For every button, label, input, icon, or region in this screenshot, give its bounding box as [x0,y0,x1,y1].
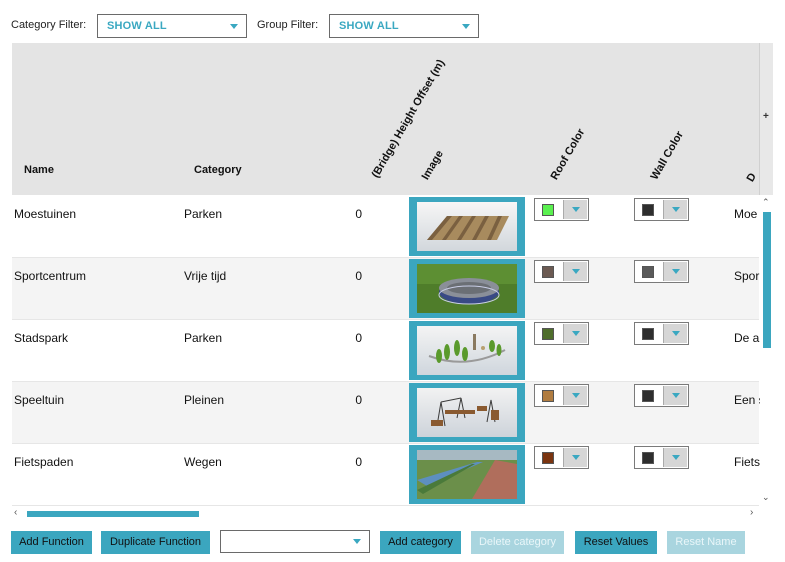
category-filter-label: Category Filter: [11,19,87,31]
roof-color-picker[interactable] [534,260,589,283]
chevron-down-icon [230,24,238,29]
row-description: De a [734,331,760,345]
roof-color-picker[interactable] [534,446,589,469]
wall-color-swatch [642,328,654,340]
bike-path-image [417,450,517,499]
column-header-image[interactable]: Image [420,148,446,182]
category-filter-value: SHOW ALL [107,20,167,32]
park-image [417,326,517,375]
chevron-down-icon [353,539,361,544]
row-name: Speeltuin [14,393,65,407]
table-row[interactable]: Speeltuin Pleinen 0 Een [12,382,760,444]
wall-color-picker[interactable] [634,384,689,407]
horizontal-scroll-thumb[interactable] [27,511,199,517]
row-category: Parken [184,331,223,345]
column-header-roof-color[interactable]: Roof Color [549,127,588,182]
row-image[interactable] [409,445,525,504]
row-category: Wegen [184,455,222,469]
sports-center-image [417,264,517,313]
add-category-button[interactable]: Add category [380,531,461,554]
row-image[interactable] [409,321,525,380]
row-image[interactable] [409,383,525,442]
chevron-down-icon[interactable] [563,262,587,281]
plus-icon[interactable]: + [763,111,769,122]
chevron-down-icon[interactable] [563,200,587,219]
chevron-down-icon[interactable] [563,324,587,343]
row-category: Pleinen [184,393,225,407]
row-name: Moestuinen [14,207,77,221]
roof-color-picker[interactable] [534,322,589,345]
group-filter-label: Group Filter: [257,19,319,31]
column-header-description[interactable]: D [745,171,759,184]
row-image[interactable] [409,259,525,318]
vertical-scrollbar[interactable]: ⌃ ⌄ [759,195,773,507]
row-description: Moe [734,207,758,221]
chevron-up-icon[interactable]: ⌃ [762,197,770,208]
row-description: Fiets [734,455,760,469]
garden-plot-image [417,202,517,251]
horizontal-scrollbar[interactable]: ‹ › [12,507,760,520]
wall-color-picker[interactable] [634,322,689,345]
row-height-offset[interactable]: 0 [342,269,362,283]
playground-image [417,388,517,437]
row-category: Vrije tijd [184,269,227,283]
chevron-left-icon[interactable]: ‹ [14,507,17,518]
chevron-down-icon[interactable] [663,262,687,281]
row-description: Een s [734,393,760,407]
roof-color-swatch [542,390,554,402]
vertical-scroll-thumb[interactable] [763,212,771,348]
table-row[interactable]: Moestuinen Parken 0 Moe [12,196,759,258]
column-header-name[interactable]: Name [24,164,54,176]
reset-values-button[interactable]: Reset Values [575,531,657,554]
row-image[interactable] [409,197,525,256]
wall-color-swatch [642,204,654,216]
roof-color-swatch [542,452,554,464]
table-header: Name Category (Bridge) Height Offset (m)… [12,43,759,195]
column-chooser[interactable]: + [759,43,773,195]
roof-color-swatch [542,266,554,278]
row-height-offset[interactable]: 0 [342,331,362,345]
duplicate-function-button[interactable]: Duplicate Function [101,531,210,554]
wall-color-swatch [642,266,654,278]
reset-name-button[interactable]: Reset Name [667,531,745,554]
row-name: Stadspark [14,331,69,345]
wall-color-picker[interactable] [634,198,689,221]
row-description: Spor [734,269,760,283]
group-filter-dropdown[interactable]: SHOW ALL [329,14,479,38]
chevron-down-icon[interactable] [563,386,587,405]
roof-color-picker[interactable] [534,384,589,407]
chevron-down-icon [462,24,470,29]
chevron-down-icon[interactable] [663,386,687,405]
wall-color-picker[interactable] [634,260,689,283]
table-row[interactable]: Fietspaden Wegen 0 Fiets [12,444,760,506]
category-select[interactable] [220,530,370,553]
functions-table: Name Category (Bridge) Height Offset (m)… [12,43,773,506]
row-height-offset[interactable]: 0 [342,393,362,407]
roof-color-picker[interactable] [534,198,589,221]
row-name: Fietspaden [14,455,74,469]
column-header-wall-color[interactable]: Wall Color [649,129,686,182]
chevron-right-icon[interactable]: › [750,507,753,518]
row-height-offset[interactable]: 0 [342,455,362,469]
wall-color-swatch [642,390,654,402]
roof-color-swatch [542,204,554,216]
row-category: Parken [184,207,223,221]
chevron-down-icon[interactable] [663,324,687,343]
row-height-offset[interactable]: 0 [342,207,362,221]
add-function-button[interactable]: Add Function [11,531,92,554]
delete-category-button[interactable]: Delete category [471,531,564,554]
roof-color-swatch [542,328,554,340]
group-filter-value: SHOW ALL [339,20,399,32]
chevron-down-icon[interactable] [663,200,687,219]
row-name: Sportcentrum [14,269,87,283]
chevron-down-icon[interactable]: ⌄ [762,492,770,503]
column-header-category[interactable]: Category [194,164,242,176]
table-row[interactable]: Sportcentrum Vrije tijd 0 Spor [12,258,759,320]
wall-color-swatch [642,452,654,464]
table-row[interactable]: Stadspark Parken 0 De a [12,320,759,382]
chevron-down-icon[interactable] [663,448,687,467]
wall-color-picker[interactable] [634,446,689,469]
chevron-down-icon[interactable] [563,448,587,467]
category-filter-dropdown[interactable]: SHOW ALL [97,14,247,38]
